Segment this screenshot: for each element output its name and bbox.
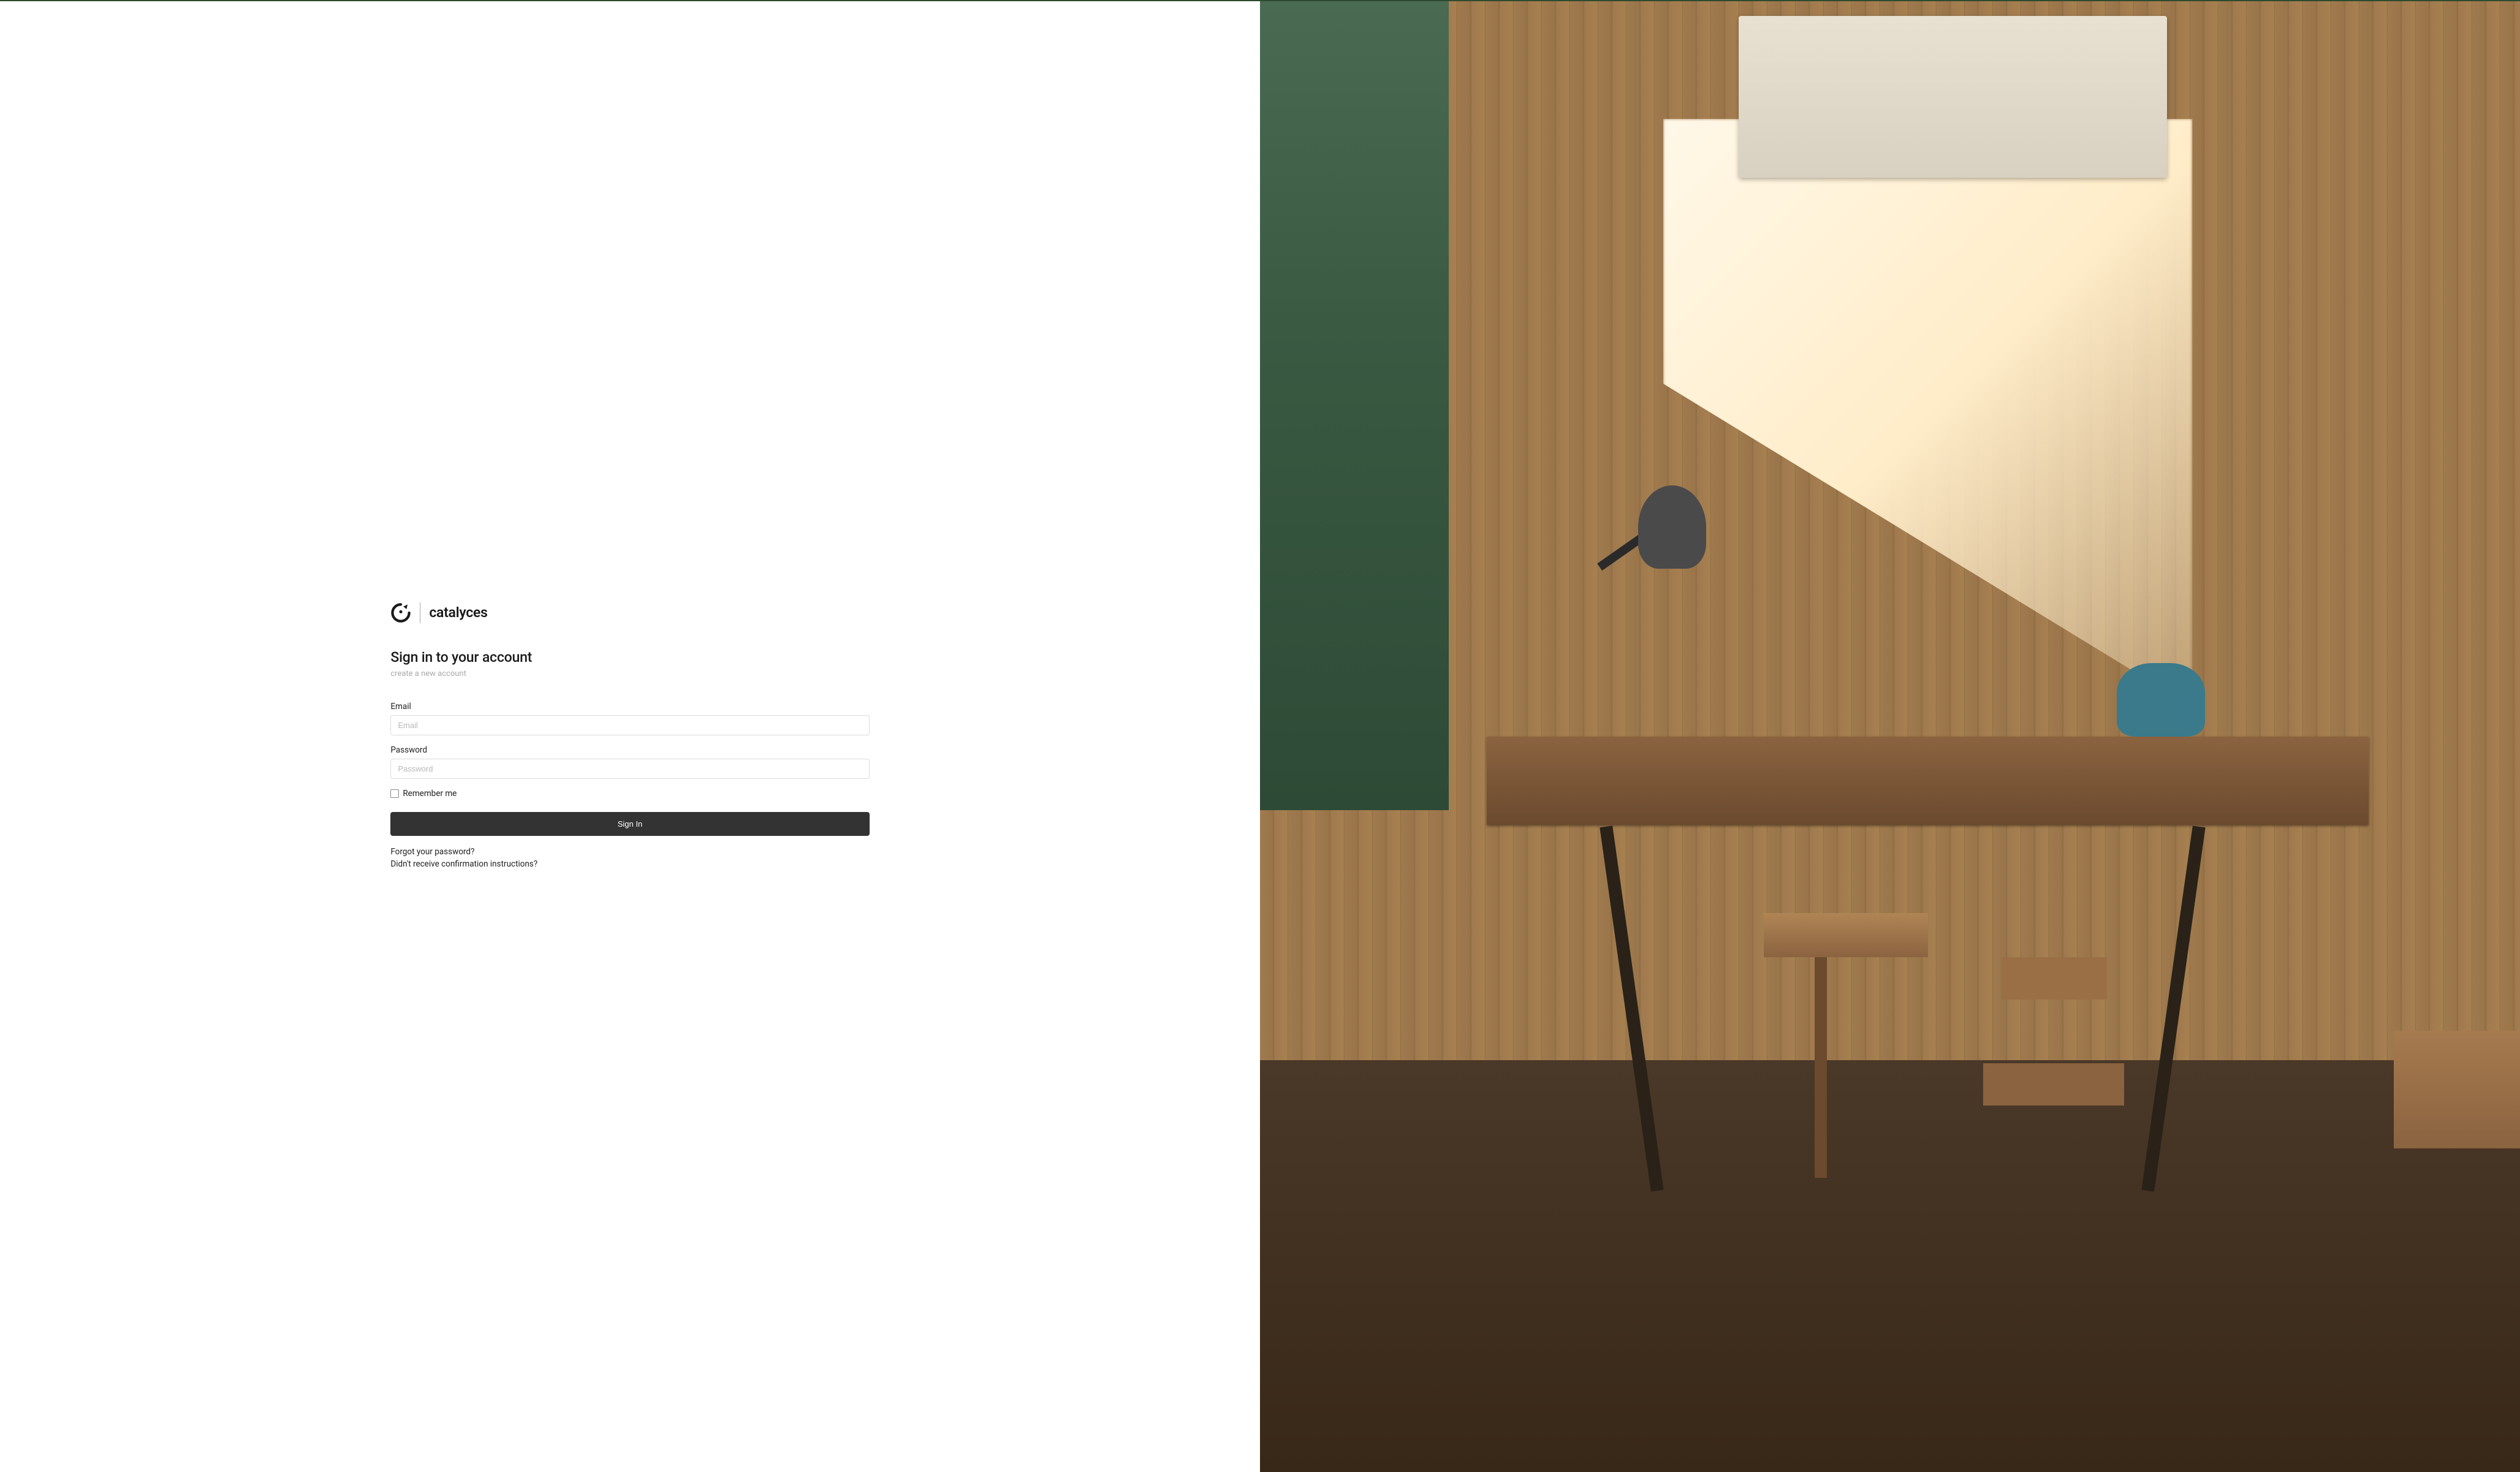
remember-me-row: Remember me [390,789,869,799]
email-field[interactable] [390,715,869,735]
email-label: Email [390,702,869,711]
password-field[interactable] [390,759,869,779]
sign-in-button[interactable]: Sign In [390,812,869,836]
form-panel: catalyces Sign in to your account create… [0,1,1260,1472]
remember-me-label[interactable]: Remember me [403,789,457,799]
page-title: Sign in to your account [390,649,869,666]
page-container: catalyces Sign in to your account create… [0,1,2520,1472]
email-group: Email [390,702,869,735]
password-group: Password [390,745,869,779]
catalyces-logo-icon [390,602,411,623]
brand-name: catalyces [429,604,487,621]
resend-confirmation-link[interactable]: Didn't receive confirmation instructions… [390,859,869,869]
create-account-link[interactable]: create a new account [390,669,869,678]
hero-room-illustration [1260,1,2520,1472]
remember-me-checkbox[interactable] [390,789,399,798]
brand-logo: catalyces [390,602,869,623]
hero-image-panel [1260,1,2520,1472]
password-label: Password [390,745,869,755]
forgot-password-link[interactable]: Forgot your password? [390,847,869,857]
